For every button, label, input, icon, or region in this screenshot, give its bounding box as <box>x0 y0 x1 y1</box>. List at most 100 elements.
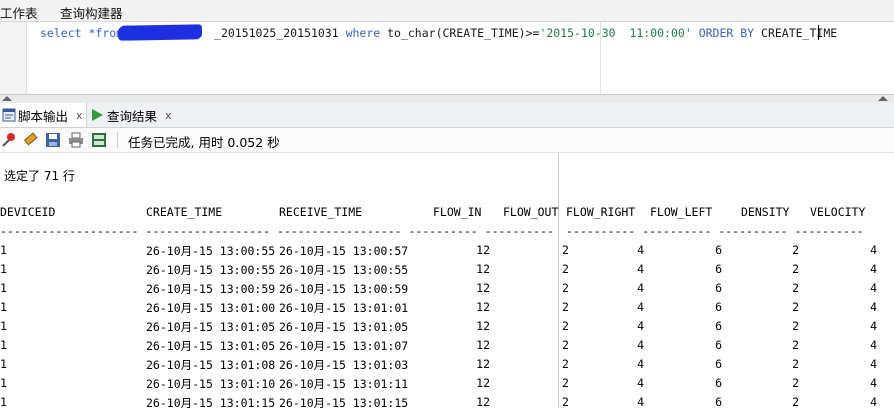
text-cursor <box>818 25 819 40</box>
tab-query-builder[interactable]: 查询构建器 <box>60 3 123 22</box>
collapse-up-icon[interactable] <box>2 96 12 101</box>
table-cell: 12 <box>476 319 490 333</box>
table-cell: 4 <box>637 300 644 314</box>
table-cell: 12 <box>476 300 490 314</box>
table-cell: 26-10月-15 13:00:57 <box>279 244 409 258</box>
table-cell: 4 <box>637 262 644 276</box>
table-cell: 26-10月-15 13:00:55 <box>146 263 276 277</box>
column-header: DEVICEID <box>0 205 56 219</box>
close-icon[interactable]: x <box>165 109 172 122</box>
table-cell: 4 <box>637 357 644 371</box>
close-icon[interactable]: x <box>76 109 83 122</box>
header-row: DEVICEID CREATE_TIME RECEIVE_TIME FLOW_I… <box>0 205 894 224</box>
print-icon[interactable] <box>67 131 85 149</box>
table-cell: 2 <box>562 338 569 352</box>
table-cell: 26-10月-15 13:00:59 <box>279 282 409 296</box>
table-cell: 1 <box>0 262 7 276</box>
table-cell: 2 <box>792 319 799 333</box>
table-cell: 4 <box>637 376 644 390</box>
table-cell: 2 <box>792 281 799 295</box>
table-cell: 1 <box>0 357 7 371</box>
script-output-pane[interactable]: 选定了 71 行 DEVICEID CREATE_TIME RECEIVE_TI… <box>0 153 894 410</box>
table-cell: 2 <box>562 300 569 314</box>
table-cell: 4 <box>637 319 644 333</box>
table-cell: 26-10月-15 13:01:08 <box>146 358 276 372</box>
tab-script-output[interactable]: 脚本输出 x <box>0 103 87 127</box>
sql-order-column: CREATE_TIME <box>761 26 838 40</box>
table-cell: 4 <box>870 357 877 371</box>
sql-literal: '2015-10-30 11:00:00' <box>539 26 692 40</box>
table-cell: 26-10月-15 13:01:01 <box>279 301 409 315</box>
table-cell: 2 <box>792 300 799 314</box>
output-tab-bar: 脚本输出 x 查询结果 x <box>0 103 894 128</box>
table-row: 1 26-10月-15 13:01:05 26-10月-15 13:01:07 12 2… <box>0 338 894 357</box>
table-cell: 6 <box>715 319 722 333</box>
sql-function: to_char(CREATE_TIME)>= <box>387 26 540 40</box>
sql-keyword-order-by: ORDER BY <box>691 26 762 40</box>
table-cell: 1 <box>0 243 7 257</box>
table-cell: 2 <box>562 262 569 276</box>
column-header: CREATE_TIME <box>146 205 223 219</box>
table-cell: 6 <box>715 281 722 295</box>
table-cell: 6 <box>715 243 722 257</box>
table-row: 1 26-10月-15 13:00:59 26-10月-15 13:00:59 12 2… <box>0 281 894 300</box>
table-cell: 1 <box>0 338 7 352</box>
table-row: 1 26-10月-15 13:01:10 26-10月-15 13:01:11 12 2… <box>0 376 894 395</box>
table-cell: 4 <box>870 243 877 257</box>
table-cell: 4 <box>870 376 877 390</box>
table-cell: 2 <box>562 243 569 257</box>
table-cell: 26-10月-15 13:01:15 <box>279 396 409 410</box>
sql-editor[interactable]: select *from _20151025_20151031 where to… <box>0 22 894 94</box>
table-cell: 26-10月-15 13:01:03 <box>279 358 409 372</box>
column-header: FLOW_LEFT <box>650 205 713 219</box>
table-cell: 4 <box>870 338 877 352</box>
table-cell: 4 <box>870 262 877 276</box>
column-header: RECEIVE_TIME <box>279 205 363 219</box>
table-cell: 2 <box>792 357 799 371</box>
table-cell: 26-10月-15 13:01:05 <box>279 320 409 334</box>
table-row: 1 26-10月-15 13:00:55 26-10月-15 13:00:55 12 2… <box>0 262 894 281</box>
table-cell: 4 <box>637 338 644 352</box>
table-cell: 1 <box>0 319 7 333</box>
table-cell: 26-10月-15 13:00:59 <box>146 282 276 296</box>
collapse-up-icon[interactable] <box>878 96 888 101</box>
tab-worksheet[interactable]: 工作表 <box>0 3 38 22</box>
rows-selected-summary: 选定了 71 行 <box>4 169 75 183</box>
table-cell: 26-10月-15 13:01:00 <box>146 301 276 315</box>
table-cell: 26-10月-15 13:01:07 <box>279 339 409 353</box>
table-cell: 2 <box>792 376 799 390</box>
output-toolbar: 任务已完成, 用时 0.052 秒 <box>0 128 894 153</box>
table-cell: 2 <box>562 357 569 371</box>
table-cell: 4 <box>870 319 877 333</box>
table-row: 1 26-10月-15 13:01:15 26-10月-15 13:01:15 12 2… <box>0 395 894 414</box>
table-row: 1 26-10月-15 13:01:08 26-10月-15 13:01:03 12 2… <box>0 357 894 376</box>
table-row: 1 26-10月-15 13:00:55 26-10月-15 13:00:57 12 2… <box>0 243 894 262</box>
table-cell: 26-10月-15 13:01:05 <box>146 320 276 334</box>
save-icon[interactable] <box>44 131 62 149</box>
table-cell: 12 <box>476 357 490 371</box>
export-icon[interactable] <box>90 131 108 149</box>
column-header: FLOW_IN <box>433 205 482 219</box>
separator-row: -------------------- ------------------ … <box>0 224 894 243</box>
table-cell: 4 <box>637 281 644 295</box>
table-cell: 4 <box>870 300 877 314</box>
table-cell: 2 <box>562 319 569 333</box>
table-cell: 6 <box>715 357 722 371</box>
table-cell: 26-10月-15 13:01:11 <box>279 377 409 391</box>
column-header: VELOCITY <box>810 205 866 219</box>
table-cell: 6 <box>715 300 722 314</box>
separator-left: -------------------- ------------------ … <box>0 224 554 238</box>
redaction-scribble <box>117 24 203 41</box>
table-cell: 12 <box>476 338 490 352</box>
sql-table-suffix: _20151025_20151031 <box>214 26 339 40</box>
pin-icon[interactable] <box>0 131 18 149</box>
toolbar-divider <box>117 132 118 148</box>
separator-right: ---------- ---------- ---------- -------… <box>566 224 864 238</box>
column-header: FLOW_OUT <box>503 205 559 219</box>
top-tab-bar: 工作表 查询构建器 <box>0 0 894 22</box>
eraser-icon[interactable] <box>22 131 40 149</box>
table-cell: 4 <box>870 281 877 295</box>
table-cell: 12 <box>476 281 490 295</box>
table-cell: 2 <box>562 376 569 390</box>
tab-query-result[interactable]: 查询结果 x <box>90 103 172 127</box>
